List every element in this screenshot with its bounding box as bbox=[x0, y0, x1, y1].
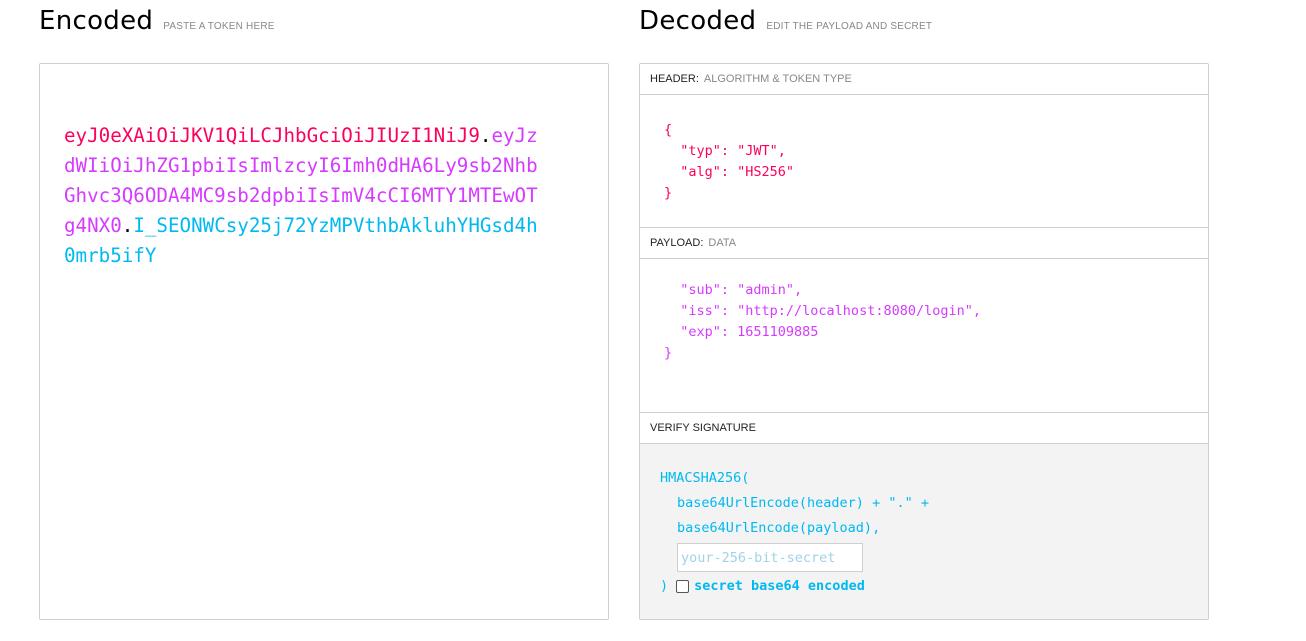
hmac-open: HMACSHA256( bbox=[660, 470, 750, 486]
secret-input[interactable] bbox=[677, 543, 863, 572]
encoded-token[interactable]: eyJ0eXAiOiJKV1QiLCJhbGciOiJIUzI1NiJ9.eyJ… bbox=[64, 121, 544, 271]
decoded-title: Decoded bbox=[639, 6, 757, 36]
decoded-subtitle: EDIT THE PAYLOAD AND SECRET bbox=[766, 21, 933, 32]
payload-sublabel: DATA bbox=[708, 237, 737, 249]
encoded-title: Encoded bbox=[39, 6, 154, 36]
payload-json-editor[interactable]: "sub": "admin", "iss": "http://localhost… bbox=[664, 280, 981, 364]
token-header-part: eyJ0eXAiOiJKV1QiLCJhbGciOiJIUzI1NiJ9 bbox=[64, 124, 480, 147]
base64-label[interactable]: secret base64 encoded bbox=[694, 574, 865, 599]
decoded-panel: HEADER: ALGORITHM & TOKEN TYPE { "typ": … bbox=[639, 63, 1209, 620]
encoded-token-editor[interactable]: eyJ0eXAiOiJKV1QiLCJhbGciOiJIUzI1NiJ9.eyJ… bbox=[39, 63, 609, 620]
token-dot-2: . bbox=[121, 214, 134, 237]
header-json-editor[interactable]: { "typ": "JWT", "alg": "HS256" } bbox=[664, 120, 794, 204]
encoded-heading: Encoded PASTE A TOKEN HERE bbox=[39, 6, 275, 36]
header-sublabel: ALGORITHM & TOKEN TYPE bbox=[703, 73, 852, 85]
verify-section-title: VERIFY SIGNATURE bbox=[640, 413, 1208, 444]
header-label: HEADER: bbox=[650, 73, 699, 85]
base64-row: ) secret base64 encoded bbox=[660, 574, 929, 599]
verify-code: HMACSHA256( base64UrlEncode(header) + ".… bbox=[660, 466, 929, 599]
decoded-heading: Decoded EDIT THE PAYLOAD AND SECRET bbox=[639, 6, 932, 36]
verify-label: VERIFY SIGNATURE bbox=[650, 422, 756, 434]
encoded-subtitle: PASTE A TOKEN HERE bbox=[163, 21, 275, 32]
payload-label: PAYLOAD: bbox=[650, 237, 704, 249]
hmac-line-header: base64UrlEncode(header) + "." + bbox=[677, 495, 929, 511]
verify-signature-body: HMACSHA256( base64UrlEncode(header) + ".… bbox=[640, 444, 1208, 619]
payload-section-title: PAYLOAD: DATA bbox=[640, 228, 1208, 259]
hmac-line-payload: base64UrlEncode(payload), bbox=[677, 520, 881, 536]
base64-checkbox[interactable] bbox=[676, 580, 690, 593]
token-signature-part: I_SEONWCsy25j72YzMPVthbAkluhYHGsd4h0mrb5… bbox=[64, 214, 538, 267]
hmac-close: ) bbox=[660, 578, 669, 594]
token-dot-1: . bbox=[479, 124, 492, 147]
header-section-title: HEADER: ALGORITHM & TOKEN TYPE bbox=[640, 64, 1208, 95]
